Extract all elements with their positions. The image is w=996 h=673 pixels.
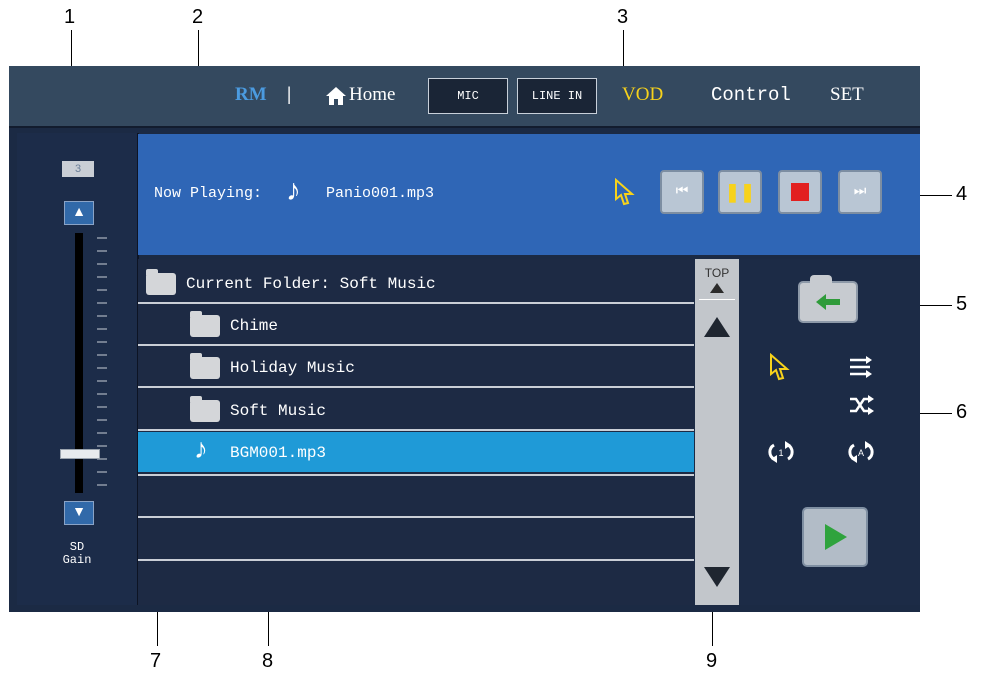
play-button[interactable] [802, 507, 868, 567]
row-divider [138, 559, 694, 561]
repeat-one-icon[interactable]: 1 [768, 441, 794, 463]
previous-button[interactable]: ⏮ [660, 170, 704, 214]
gain-value: 3 [62, 161, 94, 177]
file-browser: Current Folder: Soft Music Chime Holiday… [138, 259, 694, 605]
music-note-icon: ♪ [194, 434, 208, 465]
top-navigation-bar: RM | Home MIC LINE IN VOD Control SET [9, 66, 920, 128]
callout-9: 9 [706, 650, 718, 672]
repeat-all-icon[interactable]: A [848, 441, 874, 463]
now-playing-label: Now Playing: [154, 185, 263, 202]
svg-text:1: 1 [778, 448, 783, 458]
row-divider [138, 516, 694, 518]
tab-set[interactable]: SET [830, 84, 864, 106]
previous-icon: ⏮ [675, 184, 689, 199]
nav-separator: | [287, 84, 292, 105]
home-icon[interactable] [325, 86, 347, 106]
folder-icon [190, 396, 220, 422]
tab-rm[interactable]: RM [235, 84, 267, 106]
list-item-soft-music[interactable]: Soft Music [230, 402, 326, 420]
back-folder-button[interactable] [798, 275, 858, 323]
folder-tab [810, 275, 832, 283]
sequential-play-icon[interactable] [848, 356, 874, 378]
stop-icon [791, 183, 809, 201]
now-playing-panel: Now Playing: ♪ Panio001.mp3 ⏮ ❚❚ ⏭ [138, 134, 920, 255]
device-screen: RM | Home MIC LINE IN VOD Control SET 3 … [9, 66, 920, 612]
tab-vod[interactable]: VOD [622, 84, 663, 106]
sd-gain-label: SD Gain [57, 541, 97, 567]
play-mode-panel: 1 A [740, 259, 920, 605]
now-playing-file: Panio001.mp3 [326, 185, 435, 202]
gain-slider-handle[interactable] [60, 449, 100, 459]
row-divider [138, 386, 694, 388]
next-button[interactable]: ⏭ [838, 170, 882, 214]
play-icon [825, 524, 847, 550]
single-play-mode-icon [613, 177, 635, 206]
tab-home[interactable]: Home [349, 84, 395, 106]
scroll-divider [699, 299, 735, 300]
callout-8: 8 [262, 650, 274, 672]
current-folder-label: Current Folder: Soft Music [186, 275, 436, 293]
callout-2: 2 [192, 6, 204, 28]
shuffle-icon[interactable] [848, 395, 874, 415]
pause-icon: ❚❚ [724, 181, 756, 202]
scroll-up-icon[interactable] [702, 315, 732, 339]
callout-6: 6 [956, 401, 968, 423]
next-icon: ⏭ [853, 184, 867, 199]
callout-3: 3 [617, 6, 629, 28]
sd-gain-panel: 3 ▲ ▼ SD Gain [17, 133, 139, 605]
gain-label: Gain [62, 553, 92, 567]
scroll-top-label[interactable]: TOP [699, 266, 735, 280]
row-divider [138, 344, 694, 346]
folder-icon [190, 353, 220, 379]
gain-down-button[interactable]: ▼ [64, 501, 94, 525]
list-item-bgm001[interactable]: BGM001.mp3 [230, 444, 326, 462]
list-item-holiday-music[interactable]: Holiday Music [230, 359, 355, 377]
folder-icon [146, 269, 176, 295]
list-scrollbar[interactable]: TOP [695, 259, 739, 605]
music-note-icon: ♪ [286, 174, 301, 207]
selected-row[interactable]: ♪ BGM001.mp3 [138, 432, 694, 472]
back-arrow-icon [816, 294, 840, 310]
stop-button[interactable] [778, 170, 822, 214]
mic-button[interactable]: MIC [428, 78, 508, 114]
svg-text:A: A [858, 448, 864, 458]
row-divider [138, 302, 694, 304]
callout-7: 7 [150, 650, 162, 672]
callout-4: 4 [956, 183, 968, 205]
scroll-top-icon[interactable] [707, 281, 727, 295]
list-item-chime[interactable]: Chime [230, 317, 278, 335]
row-divider [138, 474, 694, 476]
line-in-button[interactable]: LINE IN [517, 78, 597, 114]
scroll-down-icon[interactable] [702, 565, 732, 589]
callout-1: 1 [64, 6, 76, 28]
single-play-icon[interactable] [768, 353, 790, 381]
gain-up-button[interactable]: ▲ [64, 201, 94, 225]
pause-button[interactable]: ❚❚ [718, 170, 762, 214]
row-divider [138, 429, 694, 431]
callout-5: 5 [956, 293, 968, 315]
tab-control[interactable]: Control [711, 84, 791, 106]
folder-icon [190, 311, 220, 337]
